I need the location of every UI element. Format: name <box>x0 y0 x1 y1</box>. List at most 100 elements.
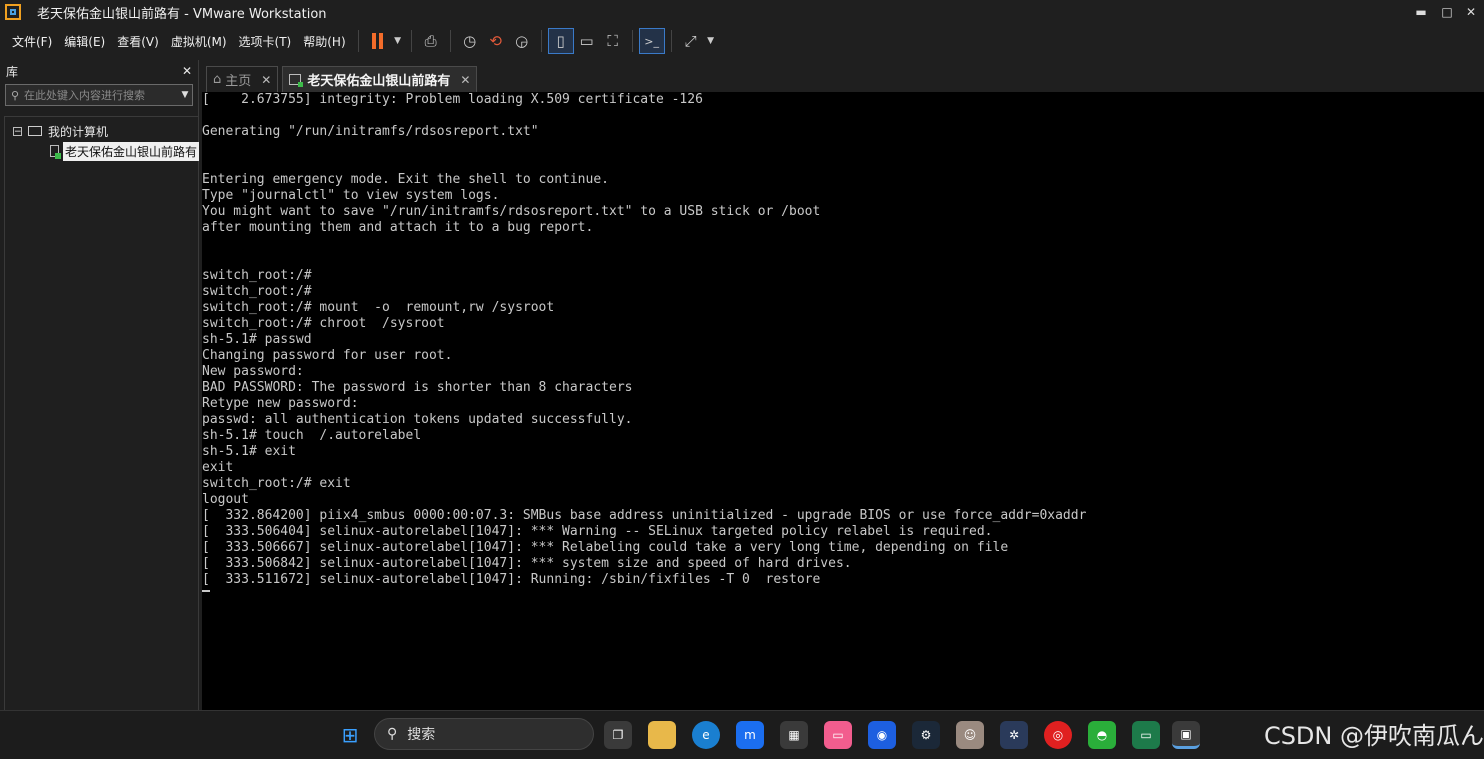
tree-item-label: 我的计算机 <box>48 124 109 139</box>
csdn-watermark: CSDN @伊吹南瓜ん <box>1263 722 1484 750</box>
app-green-icon[interactable]: ▭ <box>1132 721 1160 749</box>
console-line: passwd: all authentication tokens update… <box>202 412 633 427</box>
chevron-down-icon[interactable]: ▼ <box>178 90 192 100</box>
pause-dropdown-icon[interactable]: ▼ <box>391 28 405 54</box>
collapse-icon[interactable]: − <box>13 126 22 136</box>
console-line: switch_root:/# <box>202 284 312 299</box>
library-header: 库 ✕ <box>0 60 198 82</box>
console-line: after mounting them and attach it to a b… <box>202 220 594 235</box>
wechat-icon[interactable]: ◓ <box>1088 721 1116 749</box>
revert-snapshot-icon[interactable]: ⟲ <box>483 28 509 54</box>
library-search-input[interactable]: ⚲ 在此处键入内容进行搜索 ▼ <box>5 84 193 106</box>
console-line: logout <box>202 492 249 507</box>
title-bar: 老天保佑金山银山前路有 - VMware Workstation ▬ □ ✕ <box>0 0 1484 24</box>
windows-start-icon[interactable]: ⊞ <box>336 721 364 749</box>
microsoft-store-icon[interactable]: ▦ <box>780 721 808 749</box>
console-line: switch_root:/# exit <box>202 476 351 491</box>
running-vm-icon <box>50 145 61 159</box>
library-title: 库 <box>6 64 19 79</box>
home-icon: ⌂ <box>213 72 222 87</box>
tree-item-my-computer[interactable]: − 我的计算机 <box>5 121 199 141</box>
console-line: exit <box>202 460 234 475</box>
close-icon[interactable]: ✕ <box>261 73 271 87</box>
avatar-app-icon[interactable]: ☺ <box>956 721 984 749</box>
menu-edit[interactable]: 编辑(E) <box>58 33 111 50</box>
library-tree: − 我的计算机 老天保佑金山银山前路有 <box>4 116 199 711</box>
toolbar-separator <box>410 30 412 52</box>
console-line: Retype new password: <box>202 396 359 411</box>
tab-label: 主页 <box>225 74 252 89</box>
tab-vm[interactable]: 老天保佑金山银山前路有 ✕ <box>282 66 478 92</box>
stretch-guest-icon[interactable]: ⤢ <box>678 28 704 54</box>
console-line: Generating "/run/initramfs/rdsosreport.t… <box>202 124 539 139</box>
console-line: Entering emergency mode. Exit the shell … <box>202 172 609 187</box>
toolbar-separator <box>540 30 542 52</box>
steam-icon[interactable]: ⚙ <box>912 721 940 749</box>
console-line: Changing password for user root. <box>202 348 453 363</box>
console-line: [ 333.506404] selinux-autorelabel[1047]:… <box>202 524 993 539</box>
console-line: switch_root:/# chroot /sysroot <box>202 316 445 331</box>
tab-home[interactable]: ⌂ 主页 ✕ <box>206 66 279 92</box>
stretch-dropdown-icon[interactable]: ▼ <box>704 28 718 54</box>
console-line: [ 2.673755] integrity: Problem loading X… <box>202 92 703 107</box>
send-ctrl-alt-del-icon[interactable]: ⎙ <box>418 28 444 54</box>
console-line: sh-5.1# touch /.autorelabel <box>202 428 422 443</box>
sidebar-view-icon[interactable]: ▯ <box>547 28 574 54</box>
settings-app-icon[interactable]: ✲ <box>1000 721 1028 749</box>
console-line: BAD PASSWORD: The password is shorter th… <box>202 380 633 395</box>
window-title: 老天保佑金山银山前路有 - VMware Workstation <box>37 6 327 22</box>
file-explorer-icon[interactable] <box>648 721 676 749</box>
pause-icon[interactable] <box>365 28 391 54</box>
console-line: [ 333.511672] selinux-autorelabel[1047]:… <box>202 572 821 587</box>
menu-vm[interactable]: 虚拟机(M) <box>165 33 233 50</box>
console-line: New password: <box>202 364 304 379</box>
library-close-icon[interactable]: ✕ <box>182 64 192 78</box>
library-panel: 库 ✕ ⚲ 在此处键入内容进行搜索 ▼ − 我的计算机 老天保佑金山银山前路有 <box>0 60 199 711</box>
console-view-icon[interactable]: >_ <box>638 28 665 54</box>
toolbar-separator <box>631 30 633 52</box>
bilibili-icon[interactable]: ▭ <box>824 721 852 749</box>
computer-icon <box>28 126 42 136</box>
console-line: sh-5.1# passwd <box>202 332 312 347</box>
toolbar-separator <box>670 30 672 52</box>
tree-item-vm[interactable]: 老天保佑金山银山前路有 <box>5 141 199 161</box>
console-line: [ 333.506667] selinux-autorelabel[1047]:… <box>202 540 1009 555</box>
snapshot-manager-icon[interactable]: ◶ <box>509 28 535 54</box>
search-placeholder: 在此处键入内容进行搜索 <box>24 89 145 102</box>
vmware-icon[interactable]: ▣ <box>1172 721 1200 749</box>
close-button[interactable]: ✕ <box>1458 0 1484 24</box>
console-line: switch_root:/# mount -o remount,rw /sysr… <box>202 300 555 315</box>
console-line: sh-5.1# exit <box>202 444 296 459</box>
tree-item-label: 老天保佑金山银山前路有 <box>62 141 199 161</box>
task-view-icon[interactable]: ❐ <box>604 721 632 749</box>
console-line: [ 333.506842] selinux-autorelabel[1047]:… <box>202 556 852 571</box>
toolbar-separator <box>357 30 359 52</box>
taskbar-search[interactable]: ⚲ 搜索 <box>374 718 594 750</box>
menu-help[interactable]: 帮助(H) <box>297 33 351 50</box>
close-icon[interactable]: ✕ <box>460 73 470 87</box>
console-line: switch_root:/# <box>202 268 312 283</box>
fullscreen-icon[interactable]: ⛶ <box>600 28 626 54</box>
text-cursor <box>202 590 210 592</box>
vm-console[interactable]: [ 2.673755] integrity: Problem loading X… <box>202 92 1484 710</box>
app-blue-icon[interactable]: ◉ <box>868 721 896 749</box>
menu-tabs[interactable]: 选项卡(T) <box>233 33 298 50</box>
netease-music-icon[interactable]: ◎ <box>1044 721 1072 749</box>
vmware-logo-icon <box>5 4 21 20</box>
edge-icon[interactable]: e <box>692 721 720 749</box>
toolbar-separator <box>449 30 451 52</box>
snapshot-icon[interactable]: ◷ <box>457 28 483 54</box>
tab-strip: ⌂ 主页 ✕ 老天保佑金山银山前路有 ✕ <box>202 64 1484 92</box>
menu-file[interactable]: 文件(F) <box>6 33 58 50</box>
thumbnail-bar-icon[interactable]: ▭ <box>574 28 600 54</box>
console-line: You might want to save "/run/initramfs/r… <box>202 204 821 219</box>
console-output: [ 2.673755] integrity: Problem loading X… <box>202 92 1484 588</box>
menu-view[interactable]: 查看(V) <box>111 33 165 50</box>
minimize-button[interactable]: ▬ <box>1408 0 1434 24</box>
app-m-icon[interactable]: m <box>736 721 764 749</box>
running-vm-icon <box>289 74 304 87</box>
search-icon: ⚲ <box>387 726 398 742</box>
search-icon: ⚲ <box>10 88 20 102</box>
taskbar-search-label: 搜索 <box>407 727 436 743</box>
maximize-button[interactable]: □ <box>1434 0 1460 24</box>
